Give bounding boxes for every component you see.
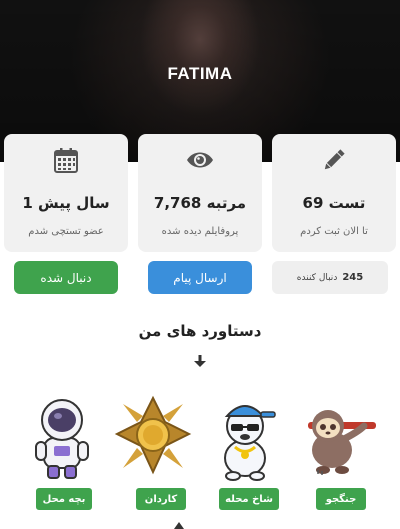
followers-count: 245 [342,272,364,283]
achievement-label: جنگجو [316,488,366,510]
stat-card-membership: 1 سال پیش عضو تستچی شدم [4,134,128,252]
pencil-icon [272,146,396,174]
stats-cards: 69 تست تا الان ثبت کردم 7,768 مرتبه پروف… [0,134,400,254]
stat-value: 7,768 مرتبه [153,194,247,212]
sloth-icon [308,410,376,475]
cool-bear-icon [224,405,276,481]
astronaut-icon [35,399,89,479]
stat-value: 69 تست [302,194,366,212]
achievement-label: بچه محل [36,488,92,510]
following-button[interactable]: دنبال شده [14,261,118,294]
arrow-down-icon [194,355,206,367]
stat-caption: تا الان ثبت کردم [300,226,368,237]
achievement-label: شاخ محله [219,488,279,510]
stat-card-tests: 69 تست تا الان ثبت کردم [272,134,396,252]
achievements-title: دستاورد های من [138,322,262,340]
gold-medal-icon [114,395,192,475]
stat-value: 1 سال پیش [22,194,110,212]
stat-caption: پروفایلم دیده شده [161,226,239,237]
calendar-icon [4,146,128,174]
chevron-down-icon [174,522,184,529]
stat-caption: عضو تستچی شدم [28,226,104,237]
eye-icon [138,146,262,174]
profile-name: FATIMA [167,64,233,83]
stat-card-views: 7,768 مرتبه پروفایلم دیده شده [138,134,262,252]
followers-label: دنبال کننده [296,272,338,283]
followers-count-button[interactable]: دنبال کننده 245 [272,261,388,294]
send-message-button[interactable]: ارسال پیام [148,261,252,294]
achievement-label: کاردان [136,488,186,510]
